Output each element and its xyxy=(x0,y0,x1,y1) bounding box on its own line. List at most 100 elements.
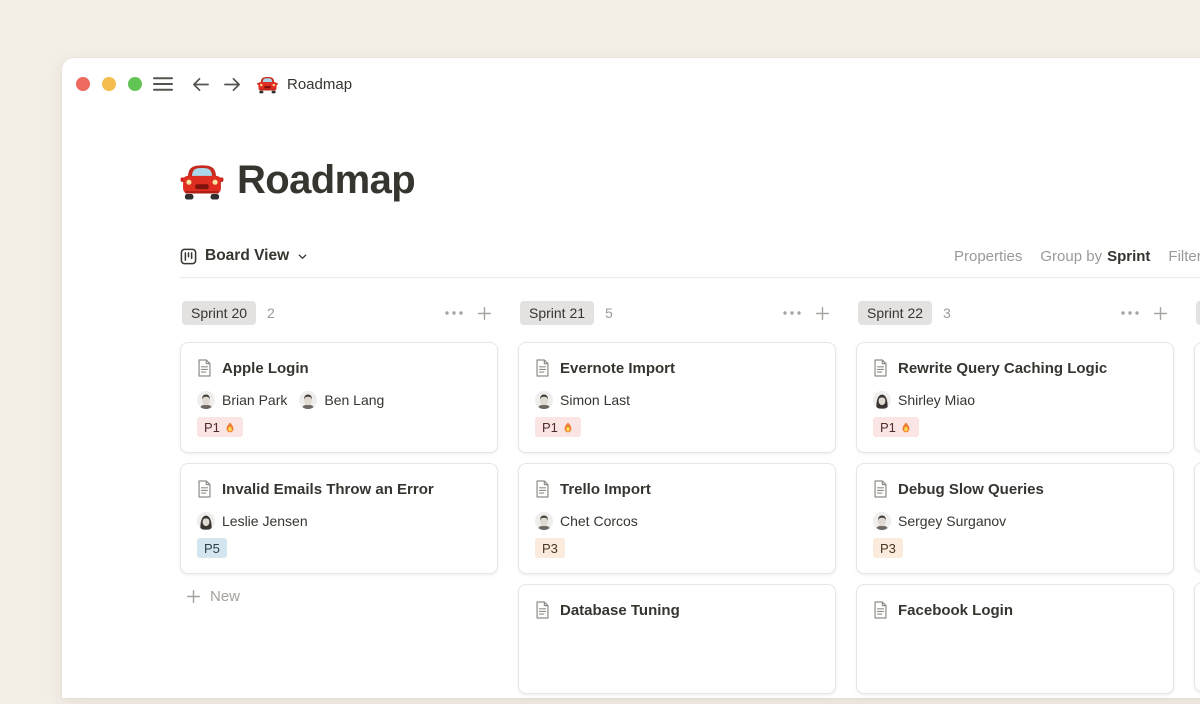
priority-tag: P3 xyxy=(873,538,903,558)
view-switcher[interactable]: Board View xyxy=(180,247,308,265)
assignee-name: Simon Last xyxy=(560,392,630,408)
properties-button[interactable]: Properties xyxy=(954,248,1022,265)
column-more-icon[interactable] xyxy=(445,311,463,315)
assignee: Chet Corcos xyxy=(535,512,638,530)
card-title: Debug Slow Queries xyxy=(898,481,1044,498)
assignee-name: Shirley Miao xyxy=(898,392,975,408)
board-card[interactable] xyxy=(1194,462,1200,572)
board: Sprint 20 2 Apple Login Brian Park Ben Lang P… xyxy=(180,298,1200,704)
filter-button[interactable]: Filter xyxy=(1168,248,1200,265)
priority-tag: P3 xyxy=(535,538,565,558)
assignee-name: Sergey Surganov xyxy=(898,513,1006,529)
group-by-button[interactable]: Group by Sprint xyxy=(1040,248,1150,265)
breadcrumb-title: Roadmap xyxy=(287,76,352,93)
board-card[interactable]: Evernote Import Simon Last P1 xyxy=(518,342,836,453)
card-title-row: Evernote Import xyxy=(535,356,819,380)
card-tags: P5 xyxy=(197,538,481,558)
priority-tag-label: P3 xyxy=(542,541,558,556)
column-actions xyxy=(445,306,498,321)
minimize-window-button[interactable] xyxy=(102,77,116,91)
assignee: Shirley Miao xyxy=(873,391,975,409)
chevron-down-icon xyxy=(297,251,308,262)
column-header: Sprint 21 5 xyxy=(518,301,836,325)
page-title-block: Roadmap xyxy=(180,154,415,206)
forward-button[interactable] xyxy=(223,76,242,93)
column-title-pill[interactable]: Sprint 22 xyxy=(858,301,932,325)
close-window-button[interactable] xyxy=(76,77,90,91)
card-title-row: Database Tuning xyxy=(535,598,819,622)
avatar-woman xyxy=(197,512,215,530)
avatar-man xyxy=(535,512,553,530)
column-header: Sprint 20 2 xyxy=(180,301,498,325)
column-count: 2 xyxy=(267,305,275,321)
column-header: Sprint 223 xyxy=(856,301,1174,325)
page-title[interactable]: Roadmap xyxy=(237,154,415,206)
toolbar-divider xyxy=(180,277,1200,278)
priority-tag-label: P1 xyxy=(880,420,896,435)
board-column: Sprint 223 Rewrite Query Caching Logic Shi… xyxy=(856,298,1174,704)
column-more-icon[interactable] xyxy=(783,311,801,315)
group-by-label: Group by xyxy=(1040,248,1102,265)
view-label: Board View xyxy=(205,247,289,265)
card-title: Evernote Import xyxy=(560,360,675,377)
assignee: Ben Lang xyxy=(299,391,384,409)
assignee: Brian Park xyxy=(197,391,287,409)
board-card[interactable]: Trello Import Chet Corcos P3 xyxy=(518,463,836,574)
card-title: Database Tuning xyxy=(560,602,680,619)
menu-icon[interactable] xyxy=(153,76,173,92)
breadcrumb[interactable]: Roadmap xyxy=(257,74,352,94)
board-column xyxy=(1194,298,1200,704)
board-card[interactable]: Apple Login Brian Park Ben Lang P1 xyxy=(180,342,498,453)
titlebar: Roadmap xyxy=(62,58,1200,110)
board-card[interactable]: Database Tuning xyxy=(518,584,836,694)
document-icon xyxy=(197,480,212,498)
board-card[interactable]: Facebook Login xyxy=(856,584,1174,694)
card-title-row: Invalid Emails Throw an Error xyxy=(197,477,481,501)
document-icon xyxy=(873,359,888,377)
priority-tag-label: P5 xyxy=(204,541,220,556)
card-tags: P3 xyxy=(535,538,819,558)
card-title: Trello Import xyxy=(560,481,651,498)
column-add-icon[interactable] xyxy=(815,306,830,321)
board-card[interactable] xyxy=(1194,342,1200,452)
priority-tag: P1 xyxy=(535,417,581,437)
assignee-name: Ben Lang xyxy=(324,392,384,408)
toolbar-right: Properties Group by Sprint Filter xyxy=(954,241,1200,271)
card-assignees: Sergey Surganov xyxy=(873,511,1157,531)
new-card-button[interactable]: New xyxy=(180,584,498,608)
column-add-icon[interactable] xyxy=(477,306,492,321)
avatar-man xyxy=(535,391,553,409)
view-toolbar: Board View xyxy=(180,241,308,271)
card-title: Rewrite Query Caching Logic xyxy=(898,360,1107,377)
column-title-pill[interactable]: Sprint 21 xyxy=(520,301,594,325)
page-icon-car[interactable] xyxy=(180,159,224,201)
zoom-window-button[interactable] xyxy=(128,77,142,91)
document-icon xyxy=(535,601,550,619)
board-card[interactable]: Debug Slow Queries Sergey Surganov P3 xyxy=(856,463,1174,574)
back-button[interactable] xyxy=(191,76,210,93)
board-column: Sprint 21 5 Evernote Import Simon Last P1 Tre… xyxy=(518,298,836,704)
fire-emoji-icon xyxy=(562,421,574,434)
column-actions xyxy=(783,306,836,321)
column-count: 5 xyxy=(605,305,613,321)
board-card[interactable] xyxy=(1194,582,1200,692)
column-more-icon[interactable] xyxy=(1121,311,1139,315)
card-assignees: Leslie Jensen xyxy=(197,511,481,531)
avatar-woman xyxy=(873,391,891,409)
assignee: Leslie Jensen xyxy=(197,512,308,530)
car-icon xyxy=(257,74,278,94)
column-title-pill[interactable]: Sprint 20 xyxy=(182,301,256,325)
fire-emoji-icon xyxy=(224,421,236,434)
card-title: Invalid Emails Throw an Error xyxy=(222,481,434,498)
column-add-icon[interactable] xyxy=(1153,306,1168,321)
card-title-row: Trello Import xyxy=(535,477,819,501)
board-card[interactable]: Rewrite Query Caching Logic Shirley MiaoP… xyxy=(856,342,1174,453)
column-title-pill[interactable] xyxy=(1196,301,1200,325)
assignee: Simon Last xyxy=(535,391,630,409)
card-assignees: Simon Last xyxy=(535,390,819,410)
board-card[interactable]: Invalid Emails Throw an Error Leslie Jens… xyxy=(180,463,498,574)
card-title-row: Apple Login xyxy=(197,356,481,380)
assignee: Sergey Surganov xyxy=(873,512,1006,530)
card-tags: P1 xyxy=(873,417,1157,437)
card-tags: P1 xyxy=(197,417,481,437)
